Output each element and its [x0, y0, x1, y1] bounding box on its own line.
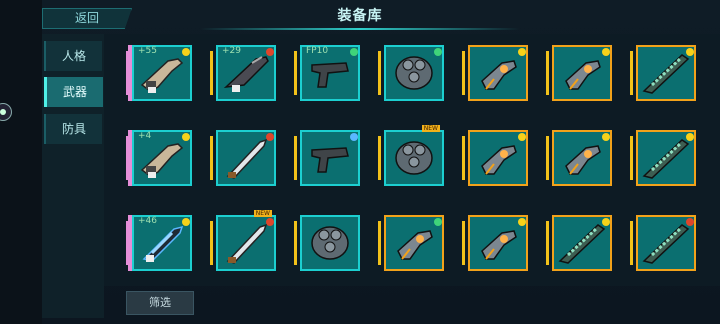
equipment-slot[interactable]: FP10	[294, 45, 362, 101]
tab-armor[interactable]: 防具	[44, 114, 102, 144]
element-gem-icon	[266, 48, 274, 56]
title-underline	[200, 28, 520, 30]
level-badge: FP10	[306, 46, 329, 56]
level-badge: +55	[138, 46, 157, 56]
blaster-icon	[558, 51, 606, 95]
equipment-slot[interactable]: +55	[126, 45, 194, 101]
gauntlet-icon	[306, 221, 354, 265]
rarity-bar	[378, 221, 381, 265]
element-gem-icon	[686, 133, 694, 141]
equipment-slot[interactable]: NEW	[210, 210, 278, 271]
level-badge: +29	[222, 46, 241, 56]
equipment-slot[interactable]: +46	[126, 215, 194, 271]
rarity-bar	[126, 221, 129, 265]
element-gem-icon	[518, 218, 526, 226]
equipment-slot[interactable]	[210, 130, 278, 186]
element-gem-icon	[266, 218, 274, 226]
back-button[interactable]: 返回	[42, 8, 132, 29]
level-badge: +46	[138, 216, 157, 226]
element-gem-icon	[518, 133, 526, 141]
rarity-bar	[546, 51, 549, 95]
rarity-bar	[462, 221, 465, 265]
equipment-slot[interactable]	[462, 215, 530, 271]
new-badge: NEW	[253, 210, 272, 217]
equipment-slot[interactable]: +29	[210, 45, 278, 101]
equipment-slot[interactable]	[630, 130, 698, 186]
equipment-slot[interactable]	[546, 215, 614, 271]
equipment-grid: +55 +29 FP10 +4 NEW +46 NEW	[104, 34, 720, 286]
element-gem-icon	[434, 218, 442, 226]
equipment-slot[interactable]	[462, 45, 530, 101]
pistol-icon	[306, 51, 354, 95]
element-gem-icon	[350, 133, 358, 141]
sword-icon	[222, 136, 270, 180]
element-gem-icon	[518, 48, 526, 56]
blade-rifle-icon	[642, 221, 690, 265]
new-badge: NEW	[421, 125, 440, 132]
sword-icon	[222, 221, 270, 265]
page-header: 装备库	[200, 2, 520, 30]
blaster-icon	[558, 136, 606, 180]
rarity-bar	[210, 221, 213, 265]
equipment-slot[interactable]	[378, 215, 446, 271]
element-gem-icon	[686, 218, 694, 226]
blaster-icon	[474, 221, 522, 265]
equipment-slot[interactable]	[294, 130, 362, 186]
equipment-slot[interactable]	[462, 130, 530, 186]
element-gem-icon	[602, 218, 610, 226]
pistol-icon	[306, 136, 354, 180]
element-gem-icon	[350, 48, 358, 56]
rarity-bar	[294, 221, 297, 265]
element-gem-icon	[434, 48, 442, 56]
rarity-bar	[462, 51, 465, 95]
element-gem-icon	[602, 48, 610, 56]
rarity-bar	[126, 51, 129, 95]
rarity-bar	[630, 221, 633, 265]
element-gem-icon	[182, 133, 190, 141]
blaster-icon	[390, 221, 438, 265]
rarity-bar	[546, 136, 549, 180]
equipment-slot[interactable]: NEW	[378, 125, 446, 186]
equipment-slot[interactable]	[546, 130, 614, 186]
element-gem-icon	[266, 133, 274, 141]
element-gem-icon	[182, 48, 190, 56]
crystal-gun-icon	[138, 221, 186, 265]
left-edge-panel	[0, 0, 42, 324]
rifle-beige-icon	[138, 136, 186, 180]
rarity-bar	[126, 136, 129, 180]
rifle-beige-icon	[138, 51, 186, 95]
element-gem-icon	[602, 133, 610, 141]
blaster-icon	[474, 136, 522, 180]
equipment-slot[interactable]: +4	[126, 130, 194, 186]
element-gem-icon	[182, 218, 190, 226]
rarity-bar	[210, 136, 213, 180]
rarity-bar	[378, 51, 381, 95]
equipment-slot[interactable]	[630, 45, 698, 101]
blade-rifle-icon	[558, 221, 606, 265]
rarity-bar	[294, 136, 297, 180]
rarity-bar	[462, 136, 465, 180]
blade-rifle-icon	[642, 51, 690, 95]
filter-button[interactable]: 筛选	[126, 291, 194, 315]
rarity-bar	[210, 51, 213, 95]
rarity-bar	[378, 136, 381, 180]
rarity-bar	[630, 51, 633, 95]
tab-personality[interactable]: 人格	[44, 41, 102, 71]
rarity-bar	[546, 221, 549, 265]
equipment-slot[interactable]	[630, 215, 698, 271]
blaster-icon	[474, 51, 522, 95]
element-gem-icon	[686, 48, 694, 56]
rarity-bar	[630, 136, 633, 180]
equipment-slot[interactable]	[294, 215, 362, 271]
equipment-slot[interactable]	[546, 45, 614, 101]
rarity-bar	[294, 51, 297, 95]
page-title: 装备库	[337, 8, 383, 24]
gauntlet-icon	[390, 136, 438, 180]
blade-rifle-icon	[642, 136, 690, 180]
tab-weapons[interactable]: 武器	[44, 77, 103, 107]
level-badge: +4	[138, 131, 152, 141]
rifle-dark-icon	[222, 51, 270, 95]
gauntlet-icon	[390, 51, 438, 95]
equipment-slot[interactable]	[378, 45, 446, 101]
